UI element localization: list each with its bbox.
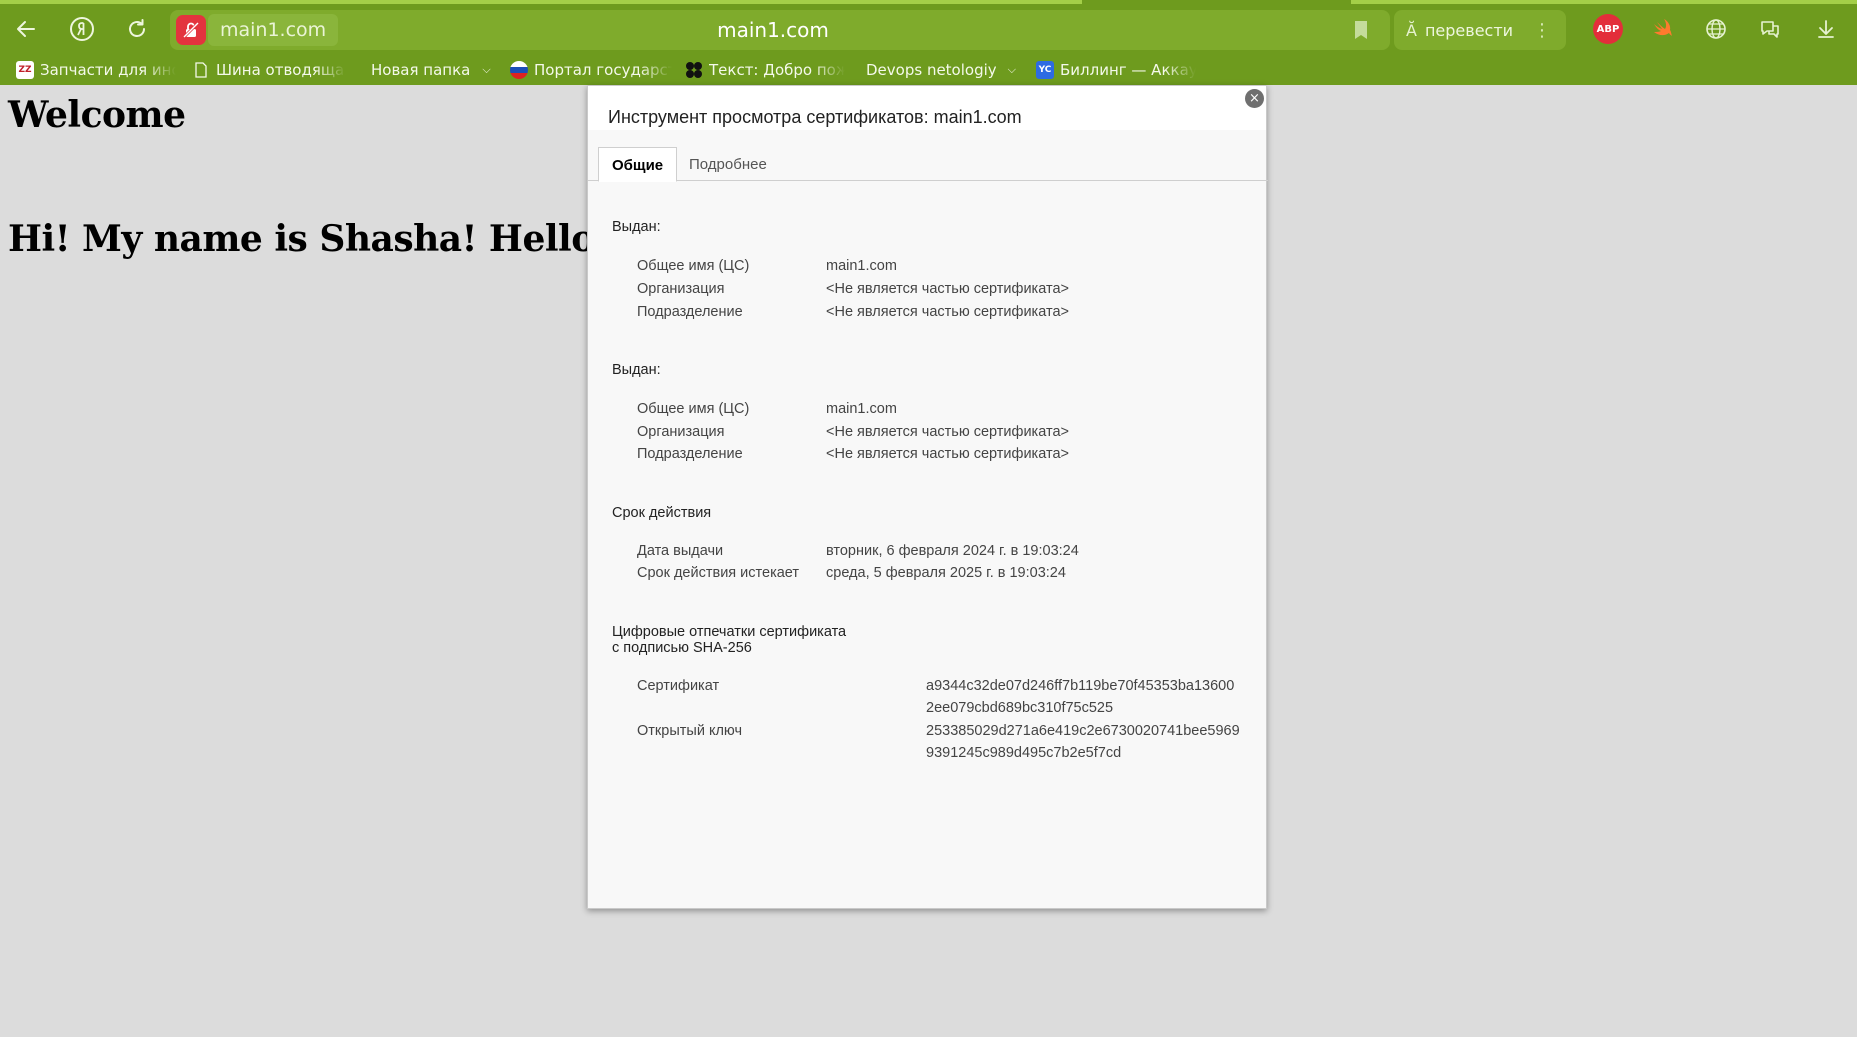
public-key-line1: 253385029d271a6e419c2e6730020741bee5969 xyxy=(926,723,1240,739)
tab-details[interactable]: Подробнее xyxy=(676,147,780,182)
domain-pill[interactable]: main1.com xyxy=(208,14,339,46)
issued-to-heading: Выдан: xyxy=(612,219,661,235)
issue-date-value: вторник, 6 февраля 2024 г. в 19:03:24 xyxy=(826,543,1079,559)
swift-extension-icon[interactable] xyxy=(1648,14,1678,44)
chevron-down-icon: ⌵ xyxy=(1007,63,1016,76)
zz-favicon-icon: ZZ xyxy=(16,61,34,79)
issued-to-ou-value: <Не является частью сертификата> xyxy=(826,304,1069,320)
arrow-left-icon xyxy=(17,21,35,37)
russia-flag-icon xyxy=(510,61,528,79)
chevron-down-icon: ⌵ xyxy=(482,63,491,76)
issued-to-org-value: <Не является частью сертификата> xyxy=(826,281,1069,297)
bookmark-icon[interactable] xyxy=(1351,18,1371,42)
cert-fingerprint-label: Сертификат xyxy=(637,678,720,694)
issued-by-org-label: Организация xyxy=(637,424,725,440)
public-key-label: Открытый ключ xyxy=(637,723,743,739)
globe-icon[interactable] xyxy=(1701,14,1731,44)
yandex-cloud-favicon-icon: YC xyxy=(1036,61,1054,79)
page-load-progress xyxy=(0,0,1082,4)
bookmarks-bar: ZZ Запчасти для иномарок Шина отводящая … xyxy=(0,55,1857,85)
validity-heading: Срок действия xyxy=(612,505,712,521)
issued-by-org-value: <Не является частью сертификата> xyxy=(826,424,1069,440)
bookmark-item-gosuslugi[interactable]: Портал государственных xyxy=(510,59,672,81)
bookmark-folder-new[interactable]: Новая папка ⌵ xyxy=(371,59,499,81)
reload-button[interactable] xyxy=(120,12,154,46)
issued-to-org-label: Организация xyxy=(637,281,725,297)
adblock-plus-extension[interactable]: ABP xyxy=(1593,14,1623,44)
public-key-line2: 9391245c989d495c7b2e5f7cd xyxy=(926,745,1122,761)
dialog-tabs: Общие Подробнее xyxy=(588,146,1268,182)
issued-to-cn-label: Общее имя (ЦС) xyxy=(637,258,750,274)
bookmark-item-billing[interactable]: YC Биллинг — Аккаунт xyxy=(1036,59,1196,81)
translate-label: перевести xyxy=(1424,20,1514,40)
translate-icon: Ă xyxy=(1406,20,1417,40)
fingerprints-heading-line1: Цифровые отпечатки сертификата xyxy=(612,624,847,640)
chat-icon[interactable] xyxy=(1755,14,1785,44)
toolbar-highlight xyxy=(1351,0,1857,4)
issued-to-cn-value: main1.com xyxy=(826,258,897,274)
issued-by-ou-label: Подразделение xyxy=(637,446,743,462)
bookmark-item-zapchasti[interactable]: ZZ Запчасти для иномарок xyxy=(16,59,176,81)
bookmark-item-text[interactable]: Текст: Добро пожаловать xyxy=(685,59,845,81)
cert-fingerprint-line2: 2ee079cbd689bc310f75c525 xyxy=(926,700,1114,716)
clover-favicon-icon xyxy=(685,61,703,79)
certificate-viewer-dialog: Инструмент просмотра сертификатов: main1… xyxy=(587,85,1268,909)
translate-button[interactable]: Ă перевести ⋮ xyxy=(1394,10,1566,50)
tab-general[interactable]: Общие xyxy=(598,147,678,182)
expiry-date-label: Срок действия истекает xyxy=(637,565,800,581)
issued-by-cn-value: main1.com xyxy=(826,401,897,417)
download-icon[interactable] xyxy=(1811,14,1841,44)
more-vertical-icon[interactable]: ⋮ xyxy=(1533,20,1551,41)
broken-lock-icon xyxy=(182,21,200,39)
bookmark-folder-devops[interactable]: Devops netologiy ⌵ xyxy=(866,59,1016,81)
browser-toolbar: main1.com main1.com Ă перевести ⋮ ABP xyxy=(0,0,1857,59)
url-text[interactable]: main1.com xyxy=(700,14,846,46)
issued-by-heading: Выдан: xyxy=(612,362,661,378)
page-icon xyxy=(192,61,210,79)
insecure-connection-badge[interactable] xyxy=(176,15,206,45)
issue-date-label: Дата выдачи xyxy=(637,543,724,559)
bookmark-item-shina[interactable]: Шина отводящая xyxy=(192,59,346,81)
issued-by-cn-label: Общее имя (ЦС) xyxy=(637,401,750,417)
page-heading: Welcome xyxy=(8,94,186,136)
yandex-home-button[interactable] xyxy=(65,12,99,46)
reload-icon xyxy=(129,19,145,37)
yandex-logo-icon xyxy=(70,17,94,41)
issued-by-ou-value: <Не является частью сертификата> xyxy=(826,446,1069,462)
back-button[interactable] xyxy=(9,12,43,46)
dialog-title: Инструмент просмотра сертификатов: main1… xyxy=(608,107,1022,127)
close-icon[interactable]: × xyxy=(1245,89,1264,108)
expiry-date-value: среда, 5 февраля 2025 г. в 19:03:24 xyxy=(826,565,1066,581)
fingerprints-heading-line2: с подписью SHA-256 xyxy=(612,640,752,656)
cert-fingerprint-line1: a9344c32de07d246ff7b119be70f45353ba13600 xyxy=(926,678,1235,694)
issued-to-ou-label: Подразделение xyxy=(637,304,743,320)
